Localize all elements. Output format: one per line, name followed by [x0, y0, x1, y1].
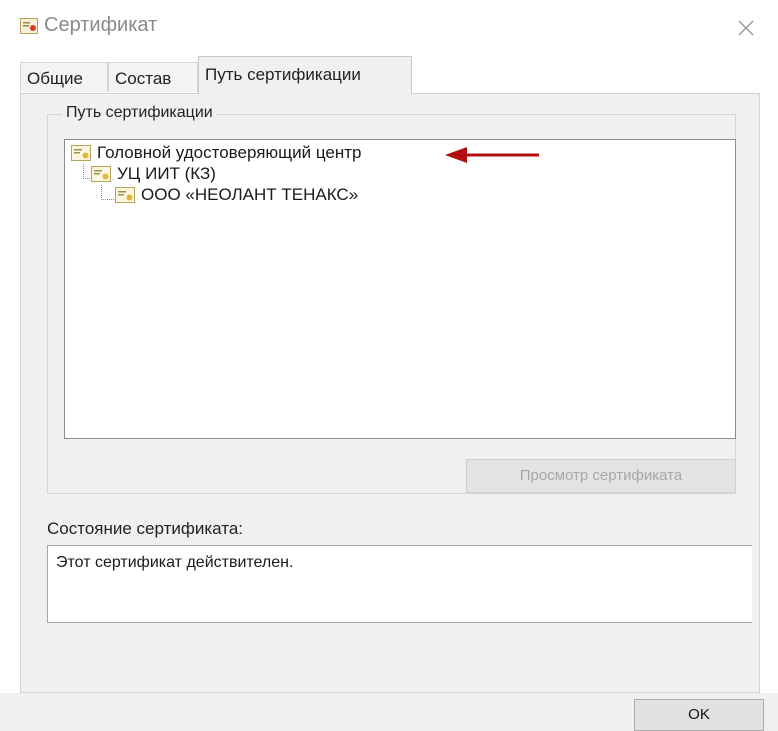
tab-panel: Путь сертификации Головной удостоверяющи… [20, 93, 760, 693]
annotation-arrow-icon [445, 147, 539, 163]
tree-item-intermediate-ca[interactable]: УЦ ИИТ (КЗ) [91, 163, 216, 185]
tree-item-label: ООО «НЕОЛАНТ ТЕНАКС» [141, 185, 359, 204]
view-certificate-button[interactable]: Просмотр сертификата [466, 459, 736, 493]
status-textbox[interactable]: Этот сертификат действителен. [47, 545, 752, 623]
tree-item-root-ca[interactable]: Головной удостоверяющий центр [71, 142, 362, 164]
certificate-app-icon [20, 18, 38, 34]
certificate-icon [115, 187, 135, 203]
tab-general[interactable]: Общие [20, 62, 108, 92]
certification-path-group: Путь сертификации Головной удостоверяющи… [47, 104, 736, 494]
certificate-tree[interactable]: Головной удостоверяющий центр УЦ ИИТ (КЗ… [64, 139, 736, 439]
tree-item-label: Головной удостоверяющий центр [97, 143, 362, 162]
group-label: Путь сертификации [62, 104, 217, 122]
close-icon [738, 20, 754, 36]
tree-item-end-certificate[interactable]: ООО «НЕОЛАНТ ТЕНАКС» [115, 184, 358, 206]
ok-button[interactable]: OK [634, 699, 764, 731]
tree-item-label: УЦ ИИТ (КЗ) [117, 164, 216, 183]
tab-details[interactable]: Состав [108, 62, 198, 92]
certificate-icon [71, 145, 91, 161]
certificate-icon [91, 166, 111, 182]
tab-certification-path[interactable]: Путь сертификации [198, 56, 412, 94]
window-title: Сертификат [44, 14, 158, 36]
title-bar: Сертификат [0, 0, 778, 56]
close-button[interactable] [724, 8, 768, 48]
tree-connector [101, 185, 116, 200]
status-label: Состояние сертификата: [47, 519, 244, 538]
